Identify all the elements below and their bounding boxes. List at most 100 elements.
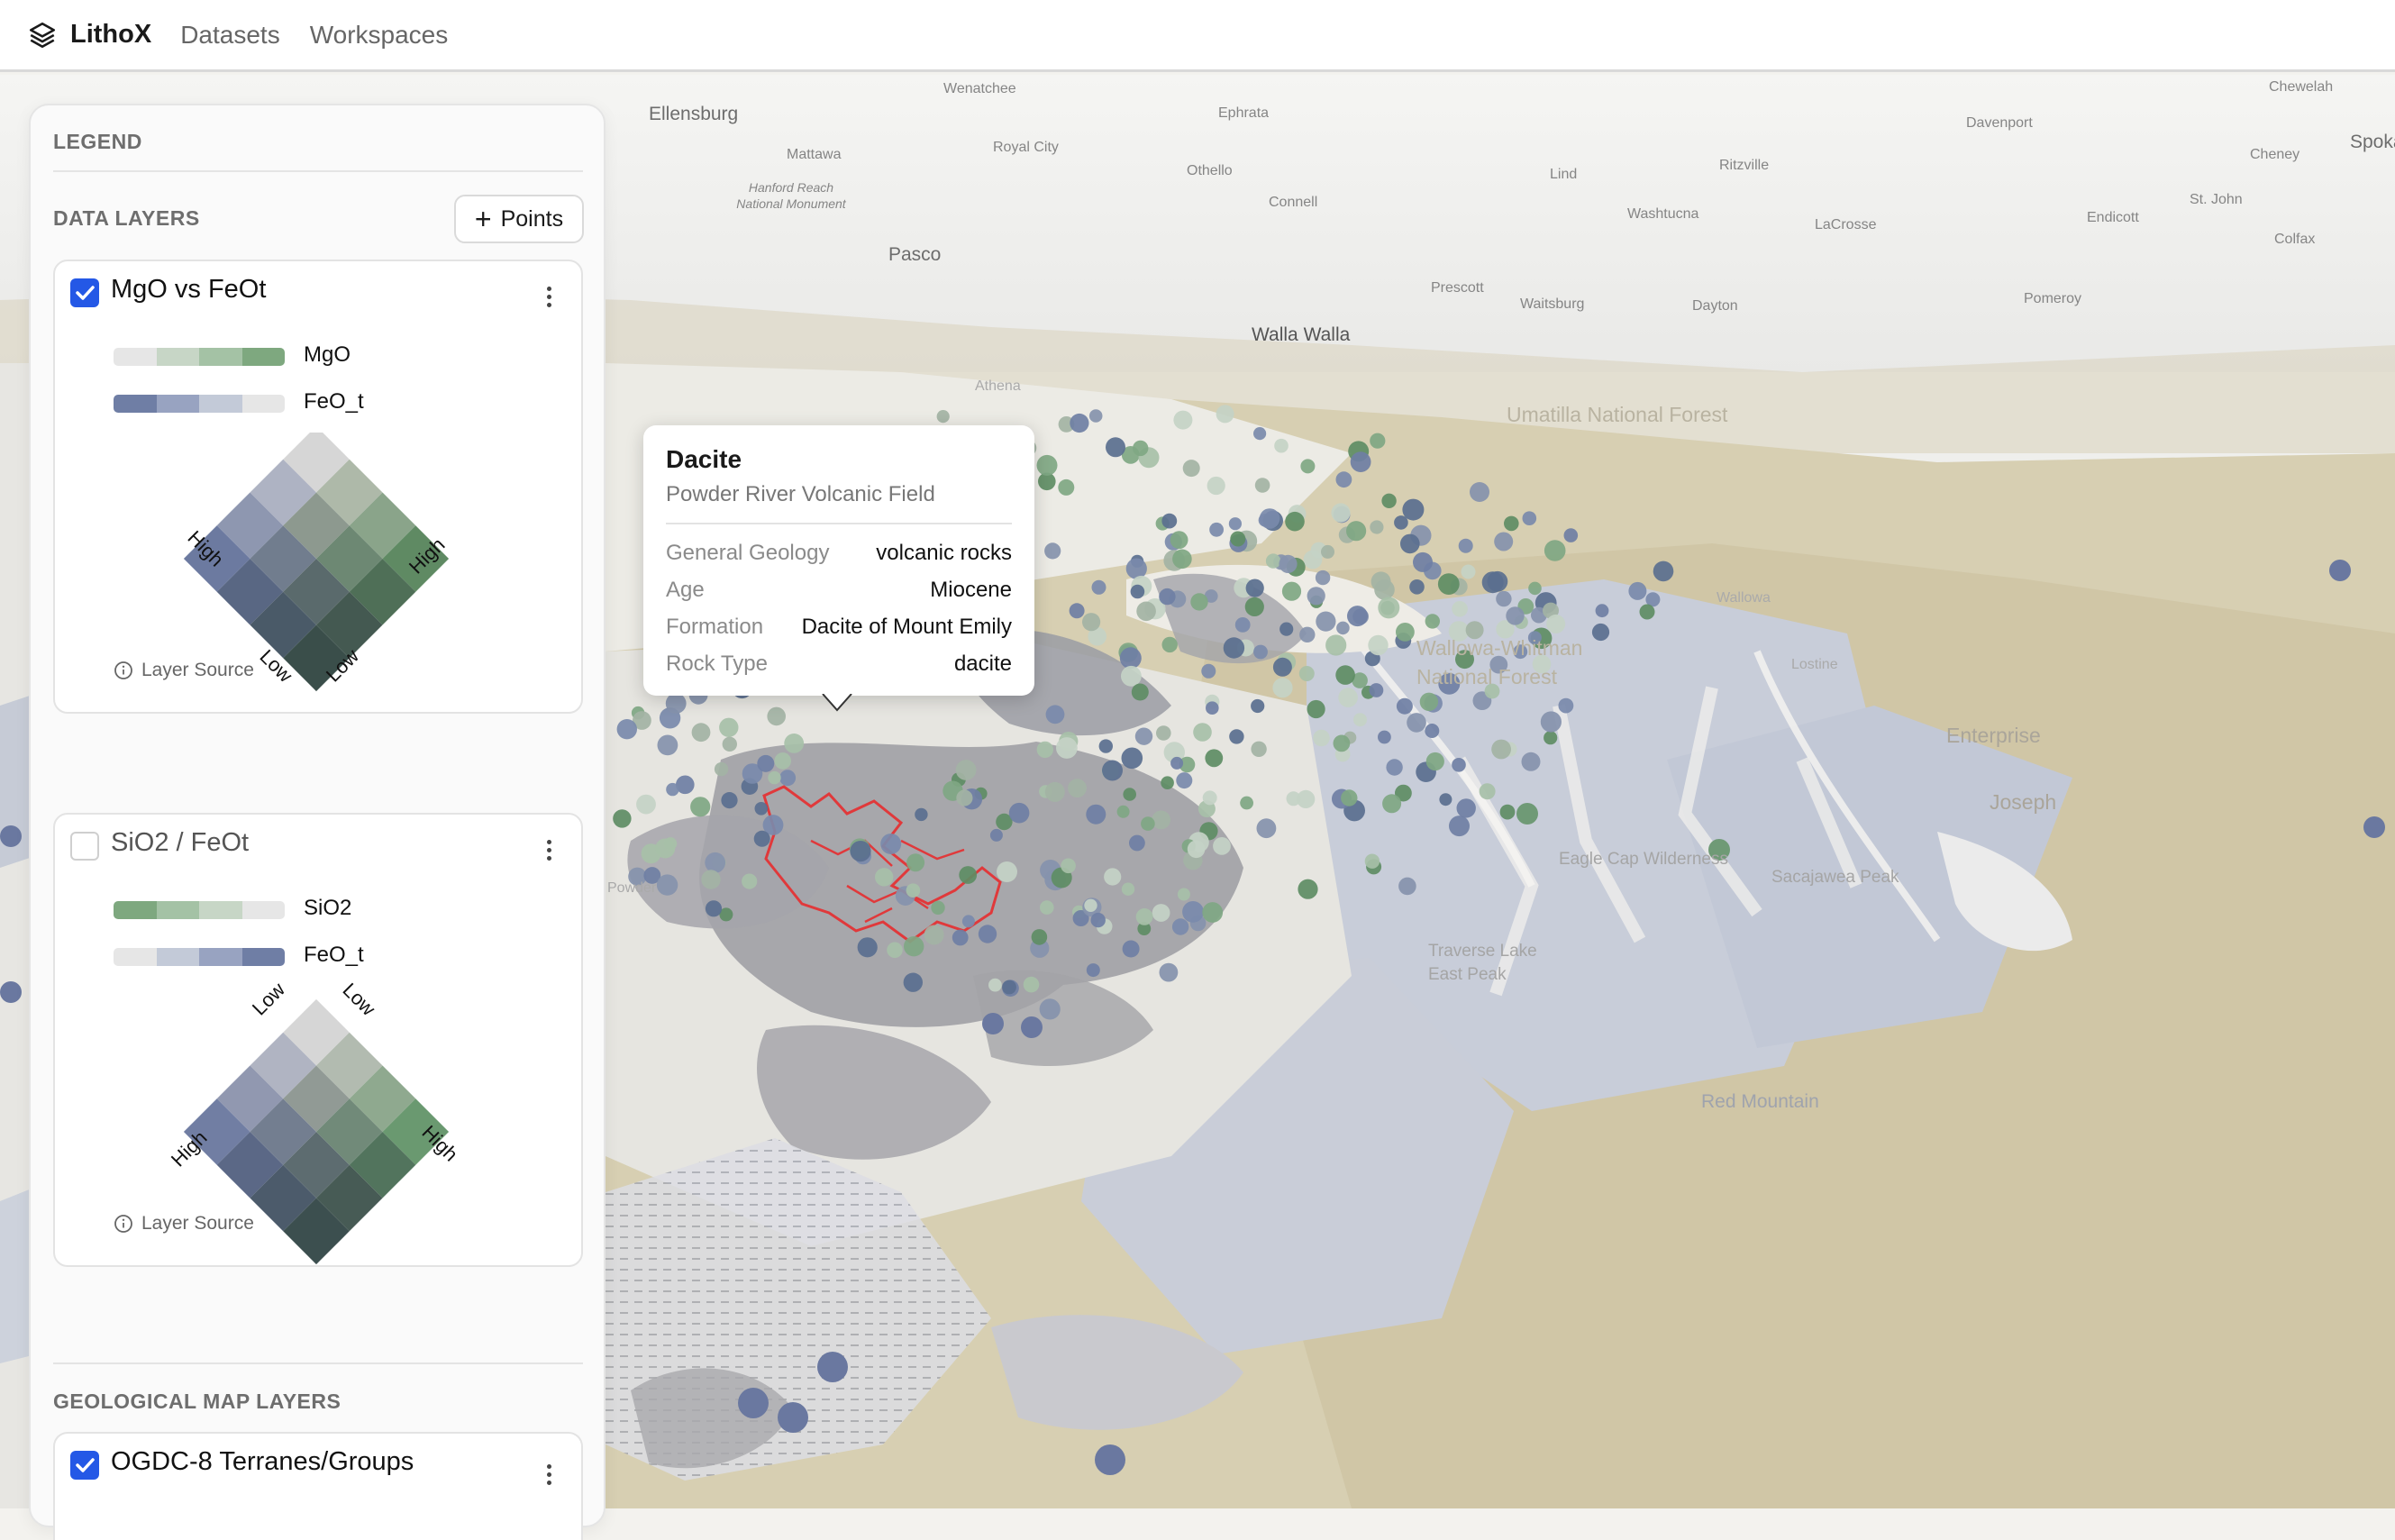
- sample-point[interactable]: [1470, 482, 1489, 502]
- sample-point[interactable]: [657, 734, 678, 756]
- sample-point[interactable]: [1116, 805, 1130, 818]
- sample-point[interactable]: [906, 853, 925, 872]
- sample-point[interactable]: [1413, 551, 1433, 572]
- sample-point[interactable]: [1400, 533, 1420, 554]
- sample-point[interactable]: [1653, 560, 1674, 582]
- layer-visibility-checkbox[interactable]: [70, 278, 99, 307]
- sample-point[interactable]: [1119, 647, 1142, 670]
- sample-point[interactable]: [1098, 739, 1114, 753]
- sample-point[interactable]: [1090, 912, 1106, 928]
- sample-point[interactable]: [1187, 840, 1206, 859]
- sample-point[interactable]: [0, 981, 22, 1003]
- sample-point[interactable]: [2329, 560, 2351, 581]
- sample-point[interactable]: [1364, 853, 1380, 869]
- sample-point[interactable]: [1558, 697, 1574, 714]
- sample-point[interactable]: [1371, 571, 1391, 592]
- sample-point[interactable]: [1088, 409, 1103, 423]
- sample-point[interactable]: [616, 719, 637, 740]
- sample-point[interactable]: [1402, 498, 1425, 521]
- sample-point[interactable]: [1082, 613, 1101, 632]
- sample-point[interactable]: [956, 789, 973, 806]
- sample-point[interactable]: [924, 925, 944, 945]
- sample-point[interactable]: [1298, 666, 1315, 681]
- sample-point[interactable]: [959, 866, 978, 884]
- sample-point[interactable]: [1021, 1016, 1043, 1038]
- sample-point[interactable]: [778, 1402, 808, 1433]
- sample-point[interactable]: [1516, 803, 1538, 825]
- sample-point[interactable]: [850, 841, 871, 862]
- sample-point[interactable]: [1152, 810, 1170, 830]
- sample-point[interactable]: [915, 807, 928, 822]
- app-logo[interactable]: LithoX: [27, 20, 151, 50]
- sample-point[interactable]: [1481, 571, 1504, 594]
- sample-point[interactable]: [1161, 636, 1178, 653]
- sample-point[interactable]: [875, 868, 894, 887]
- sample-point[interactable]: [705, 852, 726, 873]
- sample-point[interactable]: [1452, 758, 1466, 772]
- layer-source-link[interactable]: Layer Source: [114, 1213, 254, 1235]
- sample-point[interactable]: [1061, 858, 1076, 874]
- sample-point[interactable]: [1202, 902, 1224, 923]
- sample-point[interactable]: [1347, 606, 1368, 627]
- sample-point[interactable]: [1521, 752, 1541, 771]
- sample-point[interactable]: [961, 915, 975, 928]
- sample-point[interactable]: [997, 861, 1017, 882]
- sample-point[interactable]: [1182, 901, 1204, 923]
- sample-point[interactable]: [1506, 606, 1525, 625]
- sample-point[interactable]: [1369, 683, 1384, 697]
- sample-point[interactable]: [1370, 520, 1384, 534]
- sample-point[interactable]: [1134, 727, 1153, 745]
- sample-point[interactable]: [705, 900, 723, 917]
- more-options-icon[interactable]: [540, 1462, 558, 1494]
- sample-point[interactable]: [1008, 802, 1030, 824]
- sample-point[interactable]: [1496, 590, 1512, 607]
- sample-point[interactable]: [1253, 427, 1267, 441]
- sample-point[interactable]: [906, 883, 921, 898]
- sample-point[interactable]: [817, 1352, 848, 1382]
- sample-point[interactable]: [714, 761, 729, 777]
- sample-point[interactable]: [1136, 601, 1156, 622]
- sample-point[interactable]: [1456, 798, 1476, 818]
- sample-point[interactable]: [1346, 521, 1367, 542]
- sample-point[interactable]: [978, 925, 997, 943]
- sample-point[interactable]: [1223, 637, 1245, 659]
- sample-point[interactable]: [880, 834, 902, 854]
- sample-point[interactable]: [1398, 877, 1416, 896]
- sample-point[interactable]: [1170, 756, 1184, 770]
- sample-point[interactable]: [857, 937, 878, 958]
- sample-point[interactable]: [1159, 588, 1176, 606]
- sample-point[interactable]: [1272, 678, 1293, 698]
- sample-point[interactable]: [1449, 816, 1470, 837]
- sample-point[interactable]: [1491, 739, 1511, 760]
- more-options-icon[interactable]: [540, 837, 558, 870]
- sample-point[interactable]: [774, 752, 791, 770]
- sample-point[interactable]: [1045, 705, 1065, 724]
- sample-point[interactable]: [1070, 413, 1089, 433]
- sample-point[interactable]: [1544, 731, 1558, 745]
- sample-point[interactable]: [1229, 729, 1244, 744]
- sample-point[interactable]: [1207, 476, 1225, 496]
- sample-point[interactable]: [1335, 471, 1352, 488]
- sample-point[interactable]: [1546, 614, 1566, 633]
- sample-point[interactable]: [1315, 570, 1331, 586]
- sample-point[interactable]: [1209, 522, 1224, 537]
- sample-point[interactable]: [1095, 1444, 1125, 1475]
- sample-point[interactable]: [1031, 929, 1048, 945]
- sample-point[interactable]: [1173, 410, 1193, 430]
- sample-point[interactable]: [1121, 665, 1142, 687]
- sample-point[interactable]: [1206, 701, 1219, 715]
- sample-point[interactable]: [887, 942, 903, 959]
- sample-point[interactable]: [1170, 531, 1188, 550]
- sample-point[interactable]: [1121, 747, 1143, 770]
- sample-point[interactable]: [1171, 918, 1189, 935]
- sample-point[interactable]: [1595, 604, 1609, 618]
- sample-point[interactable]: [655, 838, 676, 859]
- sample-point[interactable]: [1274, 438, 1289, 453]
- sample-point[interactable]: [1121, 882, 1135, 896]
- sample-point[interactable]: [690, 797, 711, 817]
- sample-point[interactable]: [613, 809, 632, 828]
- sample-point[interactable]: [1135, 908, 1153, 925]
- sample-point[interactable]: [1156, 725, 1171, 741]
- sample-point[interactable]: [1439, 793, 1452, 806]
- sample-point[interactable]: [1259, 508, 1280, 529]
